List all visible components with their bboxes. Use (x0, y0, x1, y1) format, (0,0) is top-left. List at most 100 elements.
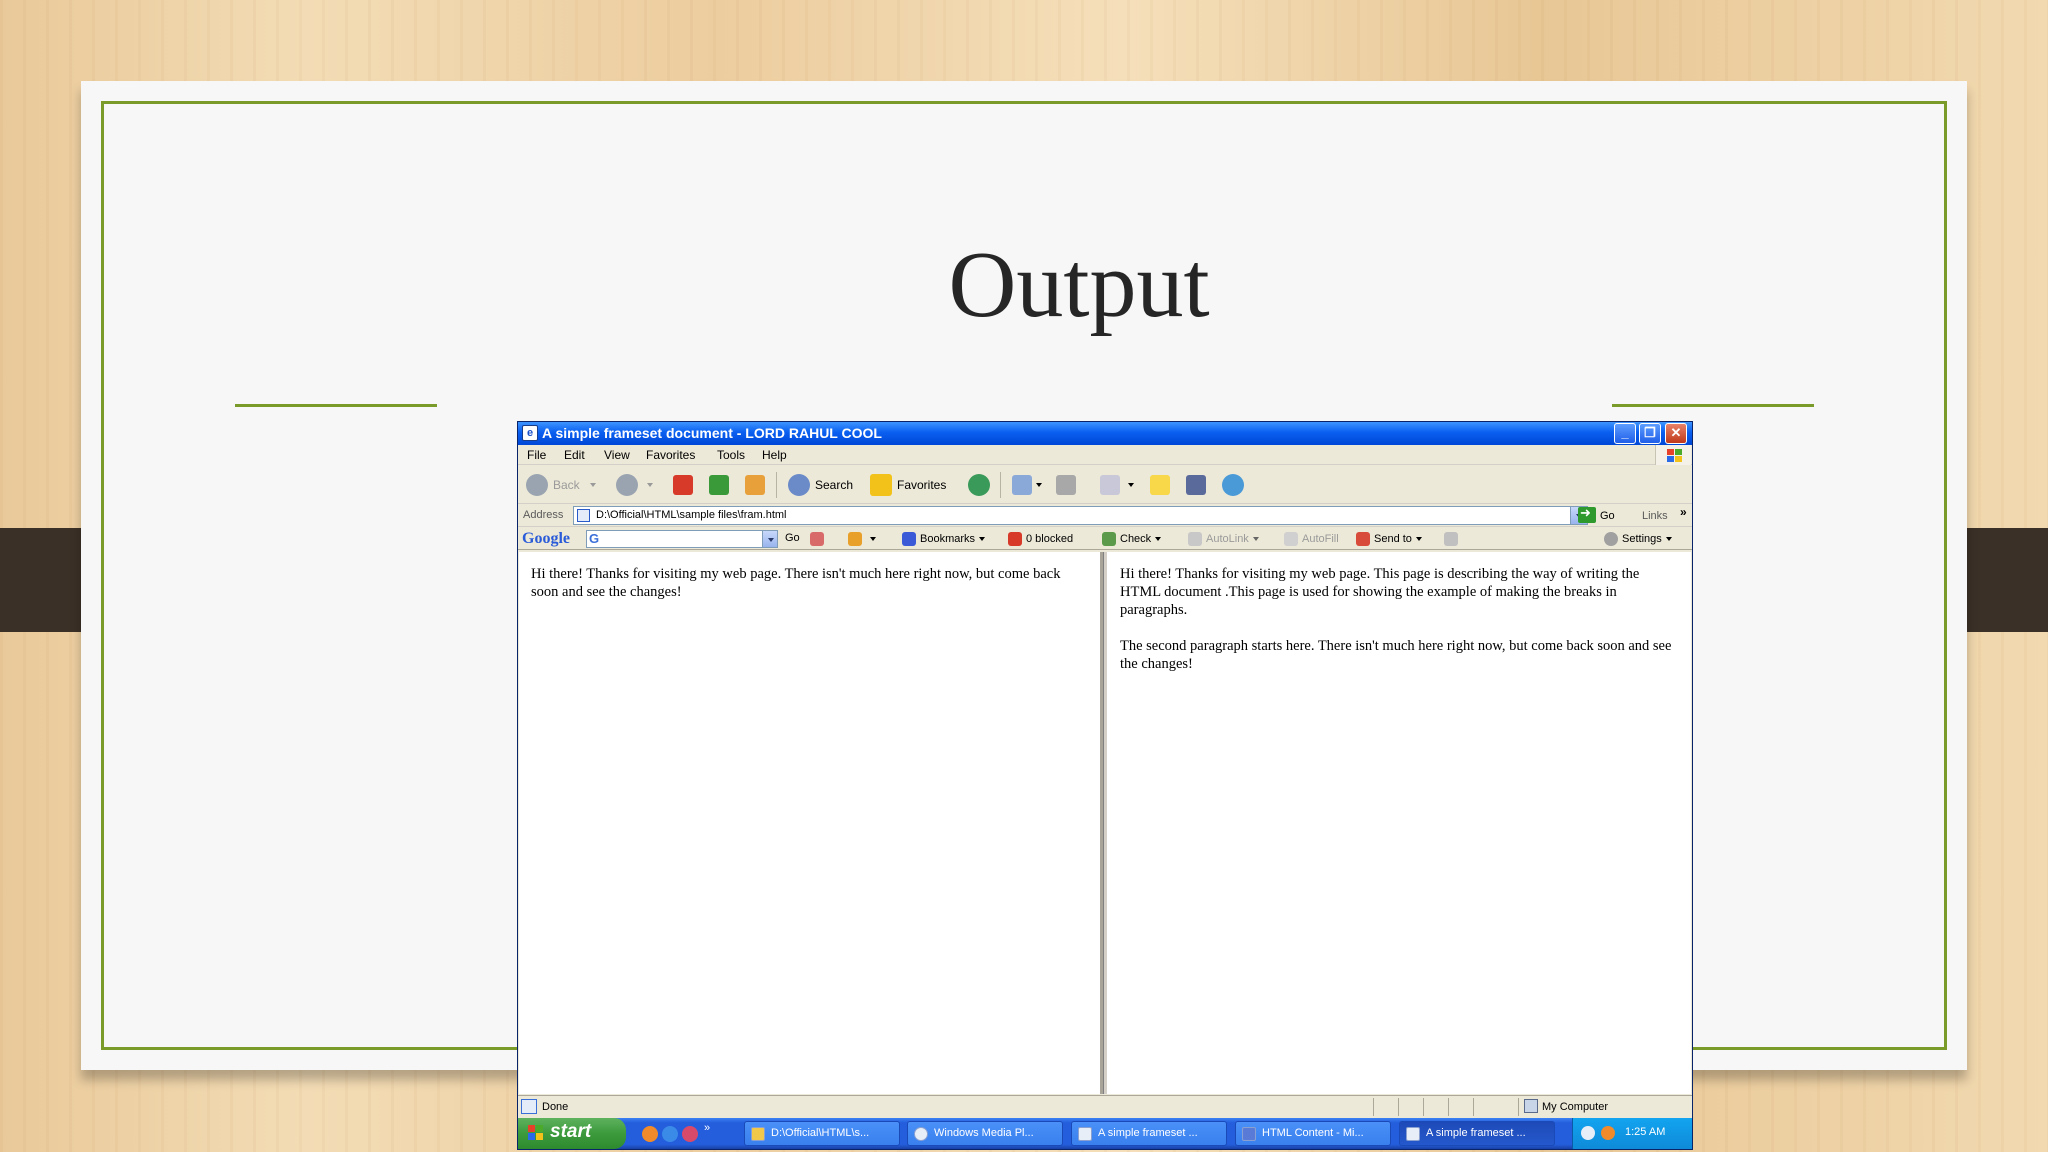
page-icon (577, 509, 590, 522)
search-label: Search (815, 478, 854, 492)
menu-favorites[interactable]: Favorites (646, 448, 695, 462)
send-to-button[interactable]: Send to (1356, 532, 1422, 546)
google-toolbar: Google G Go Bookmarks 0 blocked Check Au… (518, 528, 1692, 550)
page-done-icon (521, 1099, 537, 1114)
start-label: start (550, 1121, 592, 1142)
firefox-icon[interactable] (642, 1126, 658, 1142)
history-button[interactable] (968, 472, 995, 498)
address-input[interactable]: D:\Official\HTML\sample files\fram.html (573, 506, 1588, 525)
options-icon (848, 532, 862, 546)
chevron-down-icon (589, 483, 596, 487)
ie-page-icon (1078, 1127, 1092, 1141)
google-go-button[interactable]: Go (785, 532, 800, 544)
title-bar[interactable]: e A simple frameset document - LORD RAHU… (518, 422, 1692, 445)
mail-button[interactable] (1012, 472, 1042, 498)
autofill-button[interactable]: AutoFill (1284, 532, 1339, 546)
go-button[interactable]: Go (1600, 510, 1615, 522)
autofill-label: AutoFill (1302, 533, 1339, 545)
autolink-button[interactable]: AutoLink (1188, 532, 1259, 546)
print-button[interactable] (1056, 472, 1076, 498)
check-label: Check (1120, 533, 1152, 545)
left-frame-paragraph: Hi there! Thanks for visiting my web pag… (531, 566, 1061, 600)
favorites-button[interactable]: Favorites (870, 472, 946, 498)
google-options-button[interactable] (848, 532, 876, 546)
tray-chevron-icon[interactable] (1581, 1126, 1595, 1140)
chevron-down-icon (1128, 483, 1134, 487)
check-icon (1102, 532, 1116, 546)
edit-icon (1100, 475, 1120, 495)
task-label: A simple frameset ... (1426, 1127, 1526, 1139)
autolink-icon (1188, 532, 1202, 546)
task-folder[interactable]: D:\Official\HTML\s... (744, 1121, 900, 1146)
status-divider (1423, 1098, 1424, 1116)
restore-button[interactable]: ❐ (1639, 423, 1661, 444)
search-button[interactable]: Search (788, 472, 853, 498)
menu-help[interactable]: Help (762, 448, 787, 462)
pencil-button[interactable] (1444, 532, 1462, 546)
bookmarks-label: Bookmarks (920, 533, 976, 545)
ie-page-icon: e (522, 425, 538, 441)
media-icon[interactable] (682, 1126, 698, 1142)
start-button[interactable]: start (518, 1118, 626, 1149)
news-icon (810, 532, 824, 546)
quicklaunch-more-button[interactable]: » (704, 1122, 710, 1134)
task-frameset-1[interactable]: A simple frameset ... (1071, 1121, 1227, 1146)
home-icon (745, 475, 765, 495)
ie-icon[interactable] (662, 1126, 678, 1142)
task-media-player[interactable]: Windows Media Pl... (907, 1121, 1063, 1146)
status-divider (1398, 1098, 1399, 1116)
google-news-button[interactable] (810, 532, 828, 546)
task-html-content[interactable]: HTML Content - Mi... (1235, 1121, 1391, 1146)
task-label: D:\Official\HTML\s... (771, 1127, 870, 1139)
blocked-count: 0 blocked (1026, 533, 1074, 545)
menu-edit[interactable]: Edit (564, 448, 585, 462)
links-more-button[interactable]: » (1680, 505, 1687, 519)
stop-button[interactable] (673, 472, 693, 498)
edit-button[interactable] (1100, 472, 1134, 498)
print-icon (1056, 475, 1076, 495)
chevron-down-icon (1415, 537, 1422, 541)
go-arrow-icon[interactable] (1578, 505, 1596, 523)
research-button[interactable] (1186, 472, 1206, 498)
chevron-down-icon (1155, 537, 1162, 541)
task-label: HTML Content - Mi... (1262, 1127, 1364, 1139)
tray-app-icon[interactable] (1601, 1126, 1615, 1140)
send-to-label: Send to (1374, 533, 1412, 545)
menu-view[interactable]: View (604, 448, 630, 462)
close-button[interactable]: ✕ (1665, 423, 1687, 444)
refresh-icon (709, 475, 729, 495)
forward-button[interactable] (616, 472, 653, 498)
research-icon (1186, 475, 1206, 495)
popup-blocker-button[interactable]: 0 blocked (1008, 532, 1073, 546)
chevron-down-icon (979, 537, 986, 541)
home-button[interactable] (745, 472, 765, 498)
task-frameset-2[interactable]: A simple frameset ... (1399, 1121, 1555, 1146)
toolbar-separator (1000, 472, 1001, 498)
status-divider (1448, 1098, 1449, 1116)
chevron-down-icon (1665, 537, 1672, 541)
google-dropdown-button[interactable] (762, 531, 777, 547)
menu-tools[interactable]: Tools (717, 448, 745, 462)
history-icon (968, 474, 990, 496)
bookmarks-button[interactable]: Bookmarks (902, 532, 986, 546)
ie-page-icon (1406, 1127, 1420, 1141)
slide: Output e A simple frameset document - LO… (81, 81, 1967, 1150)
media-player-icon (914, 1127, 928, 1141)
left-frame: Hi there! Thanks for visiting my web pag… (519, 552, 1103, 1094)
chevron-down-icon (870, 537, 876, 541)
messenger-icon (1222, 474, 1244, 496)
settings-button[interactable]: Settings (1604, 532, 1672, 546)
slide-title: Output (948, 233, 1210, 337)
google-search-input[interactable]: G (586, 530, 778, 548)
minimize-button[interactable]: _ (1614, 423, 1636, 444)
refresh-button[interactable] (709, 472, 729, 498)
menu-file[interactable]: File (527, 448, 546, 462)
back-button[interactable]: Back (526, 472, 596, 498)
folder-icon (751, 1127, 765, 1141)
spell-check-button[interactable]: Check (1102, 532, 1162, 546)
google-go-label: Go (785, 532, 800, 544)
links-button[interactable]: Links (1642, 510, 1668, 522)
autolink-label: AutoLink (1206, 533, 1249, 545)
messenger-button[interactable] (1222, 472, 1249, 498)
notes-button[interactable] (1150, 472, 1170, 498)
